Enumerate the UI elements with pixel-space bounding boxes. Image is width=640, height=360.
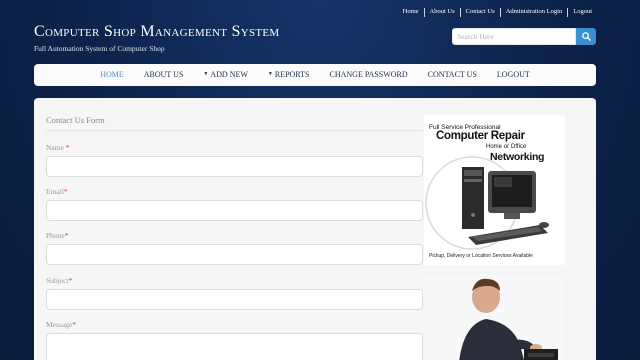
nav-reports[interactable]: ▼ REPORTS xyxy=(258,64,320,86)
required-mark: * xyxy=(65,143,70,152)
required-mark: * xyxy=(72,320,76,329)
required-mark: * xyxy=(64,231,69,240)
content-panel: Contact Us Form Name * Email* Phone* Sub… xyxy=(34,98,596,360)
required-mark: * xyxy=(68,276,73,285)
nav-change-password[interactable]: CHANGE PASSWORD xyxy=(320,64,418,86)
email-field[interactable] xyxy=(46,200,423,221)
ad-line-4: Networking xyxy=(490,151,545,163)
label-text: Phone xyxy=(46,231,65,240)
caret-down-icon: ▼ xyxy=(203,72,209,77)
nav-logout[interactable]: LOGOUT xyxy=(487,64,540,86)
required-mark: * xyxy=(63,187,68,196)
ad-line-3: Home or Office xyxy=(486,144,527,150)
site-title: Computer Shop Management System xyxy=(34,23,280,40)
nav-label: CHANGE PASSWORD xyxy=(329,70,408,79)
toplink-contact-us[interactable]: Contact Us xyxy=(461,7,500,17)
name-field[interactable] xyxy=(46,156,423,177)
label-text: Name xyxy=(46,143,66,152)
phone-field[interactable] xyxy=(46,244,423,265)
form-title: Contact Us Form xyxy=(46,115,423,131)
nav-label: HOME xyxy=(100,70,124,79)
search-bar xyxy=(452,28,596,45)
label-text: Message xyxy=(46,320,73,329)
nav-add-new[interactable]: ▼ ADD NEW xyxy=(193,64,258,86)
message-field[interactable] xyxy=(46,333,423,360)
nav-label: LOGOUT xyxy=(496,70,530,79)
caret-down-icon: ▼ xyxy=(267,72,273,77)
main-nav: HOME ABOUT US ▼ ADD NEW ▼ REPORTS CHANGE… xyxy=(34,64,596,86)
toplink-home[interactable]: Home xyxy=(398,7,424,17)
toplink-logout[interactable]: Logout xyxy=(568,7,597,17)
nav-label: ADD NEW xyxy=(210,70,248,79)
computer-repair-ad: Full Service Professional Computer Repai… xyxy=(424,115,565,265)
site-subtitle: Full Automation System of Computer Shop xyxy=(34,44,165,53)
message-label: Message* xyxy=(46,320,76,329)
ad-line-5: Pickup, Delivery or Location Services Av… xyxy=(429,253,533,259)
phone-label: Phone* xyxy=(46,231,69,240)
label-text: Subject xyxy=(46,276,69,285)
toplink-admin-login[interactable]: Administration Login xyxy=(501,7,568,17)
nav-contact-us[interactable]: CONTACT US xyxy=(418,64,487,86)
search-button[interactable] xyxy=(576,28,596,45)
technician-photo xyxy=(424,275,565,360)
subject-field[interactable] xyxy=(46,289,423,310)
search-icon xyxy=(581,32,591,41)
top-links: Home About Us Contact Us Administration … xyxy=(398,7,597,17)
ad-line-2: Computer Repair xyxy=(436,130,525,142)
nav-about-us[interactable]: ABOUT US xyxy=(134,64,194,86)
label-text: Email xyxy=(46,187,64,196)
nav-label: CONTACT US xyxy=(427,70,477,79)
technician-image xyxy=(424,275,565,360)
nav-label: REPORTS xyxy=(274,70,310,79)
name-label: Name * xyxy=(46,143,70,152)
nav-label: ABOUT US xyxy=(143,70,184,79)
subject-label: Subject* xyxy=(46,276,72,285)
nav-home[interactable]: HOME xyxy=(90,64,134,86)
email-label: Email* xyxy=(46,187,68,196)
search-input[interactable] xyxy=(452,28,576,45)
site-brand: Computer Shop Management System Full Aut… xyxy=(34,22,280,53)
toplink-about-us[interactable]: About Us xyxy=(425,7,460,17)
